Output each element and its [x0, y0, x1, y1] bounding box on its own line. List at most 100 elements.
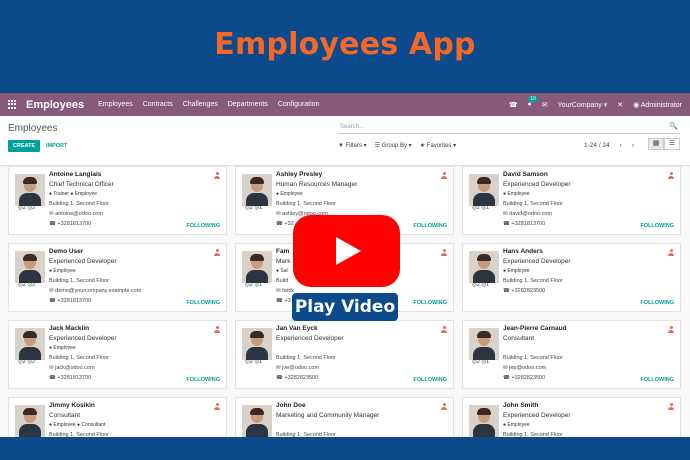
banner-title: Employees App: [214, 27, 476, 62]
employee-tags: ● Employee: [503, 268, 530, 274]
following-button[interactable]: FOLLOWING: [186, 223, 220, 229]
employee-phone: ☎ +3281813700: [49, 375, 92, 381]
user-status-icon: [668, 249, 674, 256]
employee-phone: ☎ +3282823500: [503, 375, 546, 381]
app-name[interactable]: Employees: [26, 99, 84, 111]
employee-stats: ◎2 ◎1: [245, 359, 263, 365]
employee-email: ✉ jack@odoo.com: [49, 365, 95, 371]
employee-job-title: Experienced Developer: [276, 335, 344, 342]
following-button[interactable]: FOLLOWING: [186, 300, 220, 306]
employee-stats: ◎2 ◎2: [18, 205, 36, 211]
play-icon: [336, 237, 361, 265]
employee-email: ✉ antoine@odoo.com: [49, 211, 103, 217]
user-menu[interactable]: ◉ Administrator: [633, 101, 682, 109]
employee-stats: ◎2 ◎2: [18, 359, 36, 365]
pager-value[interactable]: 1-24 / 24: [584, 142, 610, 149]
employee-photo: [469, 251, 499, 283]
activity-icon[interactable]: ● 10: [528, 96, 538, 108]
following-button[interactable]: FOLLOWING: [640, 300, 674, 306]
user-name: Administrator: [640, 101, 682, 109]
menu-contracts[interactable]: Contracts: [143, 101, 173, 108]
bottom-bar: [0, 437, 690, 460]
employee-name: Ashley Presley: [276, 171, 323, 178]
employee-card[interactable]: ◎2 ◎1John DoeMarketing and Community Man…: [235, 397, 454, 437]
employee-email: ☎ +3282823500: [503, 288, 546, 294]
employee-phone: ☎ +3281813700: [503, 221, 546, 227]
employee-photo: [15, 328, 45, 360]
employee-job-title: Experienced Developer: [503, 258, 571, 265]
employee-stats: ◎2 ◎1: [245, 282, 263, 288]
chat-icon[interactable]: ✉: [542, 101, 548, 109]
employee-tags: ● Employee ● Consultant: [49, 422, 106, 428]
employee-tags: ● Employee: [49, 345, 76, 351]
employee-photo: [469, 328, 499, 360]
list-view-icon[interactable]: ☰: [664, 138, 680, 150]
import-button[interactable]: IMPORT: [46, 140, 67, 152]
pager: 1-24 / 24 ‹ ›: [584, 142, 634, 149]
employee-photo: [469, 174, 499, 206]
employee-email: ✉ famk: [276, 288, 295, 294]
employee-name: Jean-Pierre Carnaud: [503, 325, 567, 332]
menu-departments[interactable]: Departments: [228, 101, 268, 108]
kanban-view-icon[interactable]: ▦: [648, 138, 664, 150]
employee-card[interactable]: ◎2 ◎1 Jean-Pierre Carnaud Consultant Buildi…: [462, 320, 681, 389]
filters-dropdown[interactable]: ▼ Filters ▾: [338, 142, 367, 149]
group-by-dropdown[interactable]: ☰ Group By ▾: [375, 142, 412, 149]
company-switcher[interactable]: YourCompany ▾: [558, 101, 608, 109]
employee-card[interactable]: ◎2 ◎1 Hans Anders Experienced Developer ● E…: [462, 243, 681, 312]
pager-prev-icon[interactable]: ‹: [620, 142, 622, 149]
employee-photo: [242, 174, 272, 206]
employee-job-title: Experienced Developer: [503, 181, 571, 188]
employee-photo: [15, 405, 45, 437]
favorites-dropdown[interactable]: ★ Favorites ▾: [420, 142, 456, 149]
employee-phone: ☎ +3281813700: [49, 298, 92, 304]
search-icon[interactable]: 🔍: [669, 122, 678, 132]
menu-configuration[interactable]: Configuration: [278, 101, 320, 108]
following-button[interactable]: FOLLOWING: [186, 377, 220, 383]
employee-card[interactable]: ◎2 ◎2 Jack Macklin Experienced Developer ● …: [8, 320, 227, 389]
employee-job-title: Mark: [276, 258, 291, 265]
view-switcher: ▦ ☰: [648, 138, 680, 150]
control-panel: Employees Search... 🔍 CREATE IMPORT ▼ Fi…: [0, 116, 690, 166]
employee-name: Jan Van Eyck: [276, 325, 318, 332]
apps-menu-icon[interactable]: [8, 99, 18, 110]
employee-card[interactable]: ◎2 ◎1 Jan Van Eyck Experienced Developer Bu…: [235, 320, 454, 389]
employee-card[interactable]: ◎2 ◎2 Demo User Experienced Developer ● Emp…: [8, 243, 227, 312]
user-status-icon: [668, 403, 674, 410]
user-status-icon: [441, 403, 447, 410]
search-options: ▼ Filters ▾ ☰ Group By ▾ ★ Favorites ▾: [338, 142, 456, 149]
employee-photo: [242, 405, 272, 437]
create-button[interactable]: CREATE: [8, 140, 41, 152]
employee-email: ✉ jve@odoo.com: [276, 365, 319, 371]
menu-employees[interactable]: Employees: [98, 101, 133, 108]
employee-card[interactable]: ◎2 ◎2 Antoine Langlais Chief Technical Off…: [8, 166, 227, 235]
employee-stats: ◎2 ◎1: [245, 205, 263, 211]
following-button[interactable]: FOLLOWING: [413, 300, 447, 306]
employee-tags: ● Employee: [503, 191, 530, 197]
phone-icon[interactable]: ☎: [509, 101, 518, 109]
employee-tags: ● Employee: [276, 191, 303, 197]
youtube-play-button[interactable]: [293, 215, 400, 287]
employee-phone: ☎ +3: [276, 298, 291, 304]
search-input[interactable]: Search... 🔍: [338, 122, 680, 134]
following-button[interactable]: FOLLOWING: [640, 377, 674, 383]
close-icon[interactable]: ✕: [617, 101, 623, 109]
menu-challenges[interactable]: Challenges: [183, 101, 218, 108]
pager-next-icon[interactable]: ›: [632, 142, 634, 149]
play-video-label[interactable]: Play Video: [292, 293, 398, 321]
following-button[interactable]: FOLLOWING: [413, 377, 447, 383]
employee-job-title: Marketing and Community Manager: [276, 412, 380, 419]
employee-photo: [469, 405, 499, 437]
employee-location: Building 1, Second Floor: [49, 278, 109, 284]
employee-location: Building 1, Second Floor: [503, 278, 563, 284]
employee-card[interactable]: ◎2 ◎2Jimmy KosikinConsultant● Employee ●…: [8, 397, 227, 437]
employee-card[interactable]: ◎2 ◎1John SmithExperienced Developer● Em…: [462, 397, 681, 437]
employee-name: John Smith: [503, 402, 539, 409]
employee-stats: ◎2 ◎1: [472, 282, 490, 288]
employee-name: Jack Macklin: [49, 325, 90, 332]
employee-tags: ● Trainer ● Employee: [49, 191, 98, 197]
employee-card[interactable]: ◎2 ◎1 David Samson Experienced Developer ● …: [462, 166, 681, 235]
following-button[interactable]: FOLLOWING: [640, 223, 674, 229]
breadcrumb: Employees: [8, 123, 58, 134]
following-button[interactable]: FOLLOWING: [413, 223, 447, 229]
